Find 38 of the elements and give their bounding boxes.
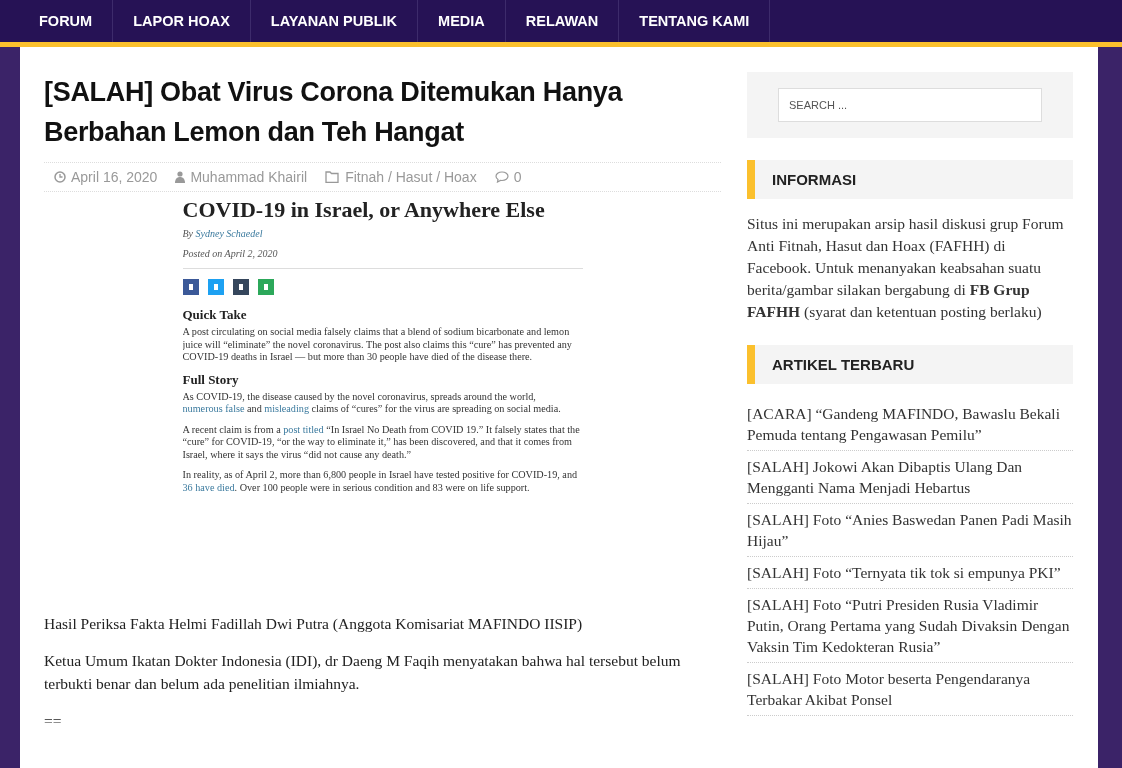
nav-link[interactable]: RELAWAN	[505, 0, 620, 42]
recent-article-link[interactable]: [SALAH] Foto “Putri Presiden Rusia Vladimir Putin, Orang Pertama yang Sudah Divaksin Dengan Vaksin Tim Kedokteran Rusia”	[747, 594, 1073, 657]
recent-article-link[interactable]: [SALAH] Foto “Anies Baswedan Panen Padi Masih Hijau”	[747, 509, 1073, 551]
embedded-section-heading: Quick Take	[182, 307, 248, 323]
clock-icon	[54, 171, 66, 183]
body-paragraph: Hasil Periksa Fakta Helmi Fadillah Dwi Putra (Anggota Komisariat MAFINDO IISIP)	[44, 614, 584, 634]
embedded-link[interactable]: misleading	[264, 403, 309, 414]
embedded-link[interactable]: numerous false	[182, 403, 245, 414]
article-title: [SALAH] Obat Virus Corona Ditemukan Hanya Berbahan Lemon dan Teh Hangat	[44, 76, 624, 149]
comment-icon	[494, 171, 509, 183]
widget-title: ARTIKEL TERBARU	[747, 345, 1073, 384]
nav-link[interactable]: LAPOR HOAX	[113, 0, 251, 42]
user-icon	[175, 171, 186, 183]
info-text: Situs ini merupakan arsip hasil diskusi grup Forum Anti Fitnah, Hasut dan Hoax (FAFHH) di Facebook. Untuk menanyakan keabsahan suatu berita/gambar silakan bergabung di FB Grup FAFHH (syarat dan ketentuan posting berlaku)	[747, 214, 1065, 322]
widget-title: INFORMASI	[747, 160, 1073, 199]
embedded-byline: By Sydney Schaedel	[182, 228, 264, 239]
folder-icon	[325, 171, 341, 183]
search-field[interactable]: SEARCH ...	[778, 88, 1042, 122]
embedded-paragraph: A post circulating on social media falsely claims that a blend of sodium bicarbonate and lemon juice will “eliminate” the novel coronavirus. The post also claims this “cure” has prevented any COVID-19 deaths in Israel — but more than 30 people have died of the disease there.	[182, 326, 573, 364]
embedded-paragraph: As COVID-19, the disease caused by the novel coronavirus, spreads around the world, numerous false and misleading claims of “cures” for the virus are spreading on social media.	[182, 390, 562, 416]
body-paragraph: Ketua Umum Ikatan Dokter Indonesia (IDI), dr Daeng M Faqih menyatakan bahwa hal tersebut belum terbukti benar dan belum ada penelitian ilmiahnya.	[44, 651, 682, 694]
embedded-post-date: Posted on April 2, 2020	[182, 248, 583, 269]
post-date: April 16, 2020	[71, 169, 158, 185]
embedded-link[interactable]: post titled	[283, 423, 324, 435]
embedded-paragraph: A recent claim is from a post titled “In Israel No Death from COVID 19.” It falsely states that the “cure” for COVID-19, “or the way to eliminate it,” has been discovered, and that it comes from Israel, where it says the virus “did not cause any death.”	[182, 423, 581, 461]
nav-link[interactable]: TENTANG KAMI	[619, 0, 771, 42]
nav-link[interactable]: LAYANAN PUBLIK	[250, 0, 419, 42]
embedded-headline: COVID-19 in Israel, or Anywhere Else	[182, 198, 546, 222]
embedded-paragraph: In reality, as of April 2, more than 6,800 people in Israel have tested positive for COVID-19, and 36 have died. Over 100 people were in serious condition and 83 were on life support.	[182, 469, 579, 494]
nav-link[interactable]: MEDIA	[418, 0, 506, 42]
body-paragraph: ==	[44, 711, 63, 731]
recent-article-link[interactable]: [SALAH] Jokowi Akan Dibaptis Ulang Dan Mengganti Nama Menjadi Hebartus	[747, 456, 1073, 498]
embedded-link[interactable]: 36 have died	[182, 481, 235, 493]
embedded-section-heading: Full Story	[182, 371, 240, 388]
recent-article-link[interactable]: [ACARA] “Gandeng MAFINDO, Bawaslu Bekali Pemuda tentang Pengawasan Pemilu”	[747, 403, 1073, 445]
recent-article-link[interactable]: [SALAH] Foto “Ternyata tik tok si empunya PKI”	[747, 562, 1073, 583]
recent-article-link[interactable]: [SALAH] Foto Motor beserta Pengendaranya Terbakar Akibat Ponsel	[747, 668, 1073, 710]
nav-link[interactable]: FORUM	[19, 0, 114, 42]
